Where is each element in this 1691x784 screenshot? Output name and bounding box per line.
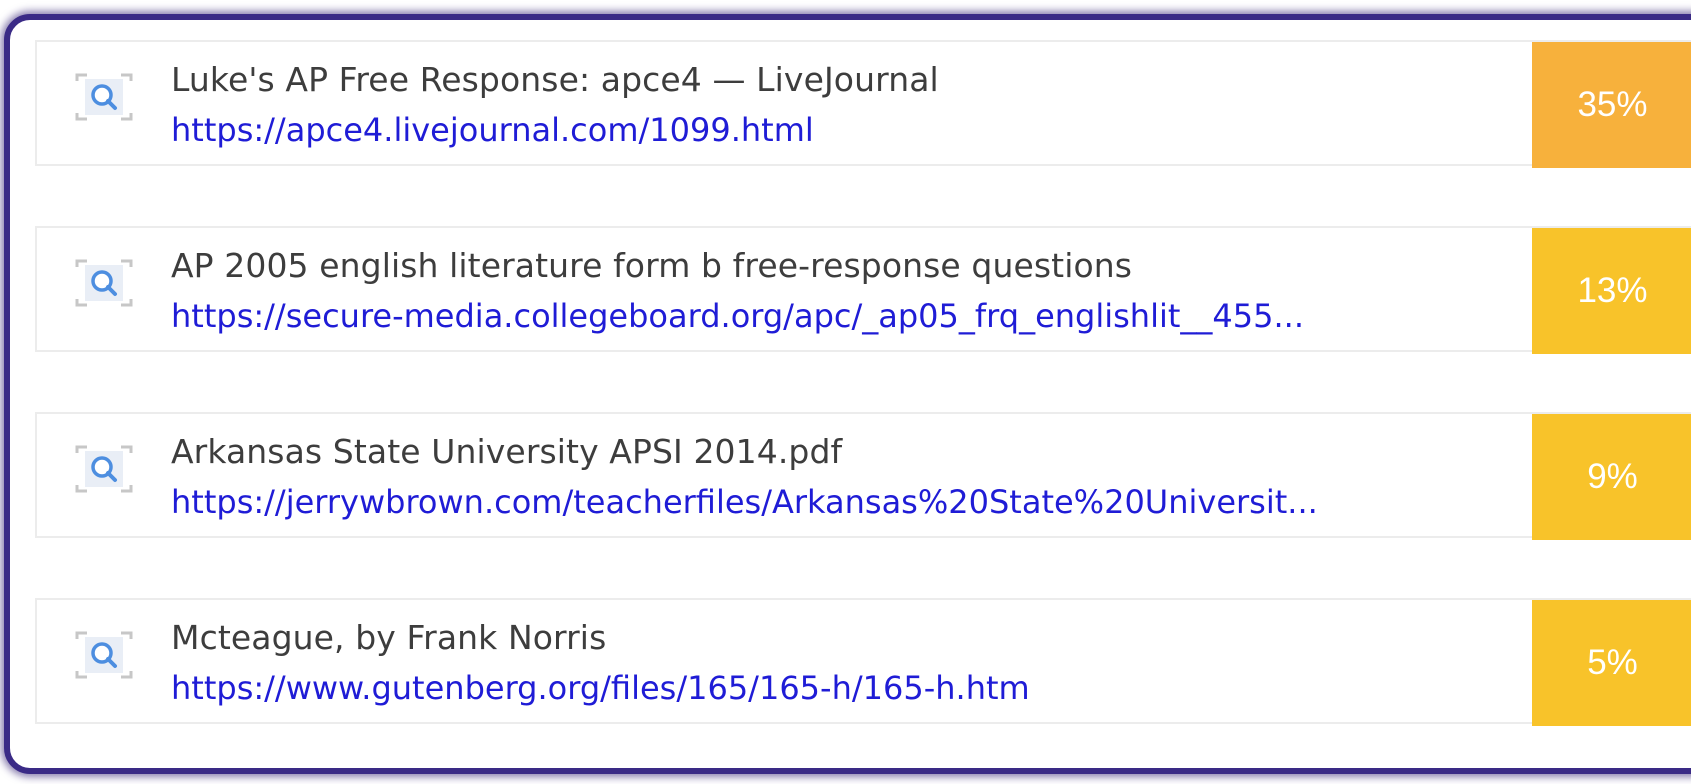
result-link[interactable]: https://www.gutenberg.org/files/165/165-… xyxy=(171,669,1030,707)
result-row: Arkansas State University APSI 2014.pdf … xyxy=(35,412,1691,540)
result-link[interactable]: https://jerrywbrown.com/teacherfiles/Ark… xyxy=(171,483,1318,521)
result-link[interactable]: https://secure-media.collegeboard.org/ap… xyxy=(171,297,1304,335)
result-title: AP 2005 english literature form b free-r… xyxy=(171,246,1133,285)
similarity-percent-badge: 5% xyxy=(1532,600,1691,726)
result-title: Mcteague, by Frank Norris xyxy=(171,618,607,657)
result-row: Mcteague, by Frank Norris https://www.gu… xyxy=(35,598,1691,726)
result-row: AP 2005 english literature form b free-r… xyxy=(35,226,1691,354)
similarity-percent-badge: 9% xyxy=(1532,414,1691,540)
result-title: Luke's AP Free Response: apce4 — LiveJou… xyxy=(171,60,939,99)
search-icon xyxy=(67,439,141,499)
result-row: Luke's AP Free Response: apce4 — LiveJou… xyxy=(35,40,1691,168)
results-list: Luke's AP Free Response: apce4 — LiveJou… xyxy=(35,40,1691,784)
search-icon xyxy=(67,625,141,685)
similarity-percent-badge: 13% xyxy=(1532,228,1691,354)
result-link[interactable]: https://apce4.livejournal.com/1099.html xyxy=(171,111,814,149)
search-icon xyxy=(67,253,141,313)
result-title: Arkansas State University APSI 2014.pdf xyxy=(171,432,843,471)
similarity-percent-badge: 35% xyxy=(1532,42,1691,168)
search-icon xyxy=(67,67,141,127)
